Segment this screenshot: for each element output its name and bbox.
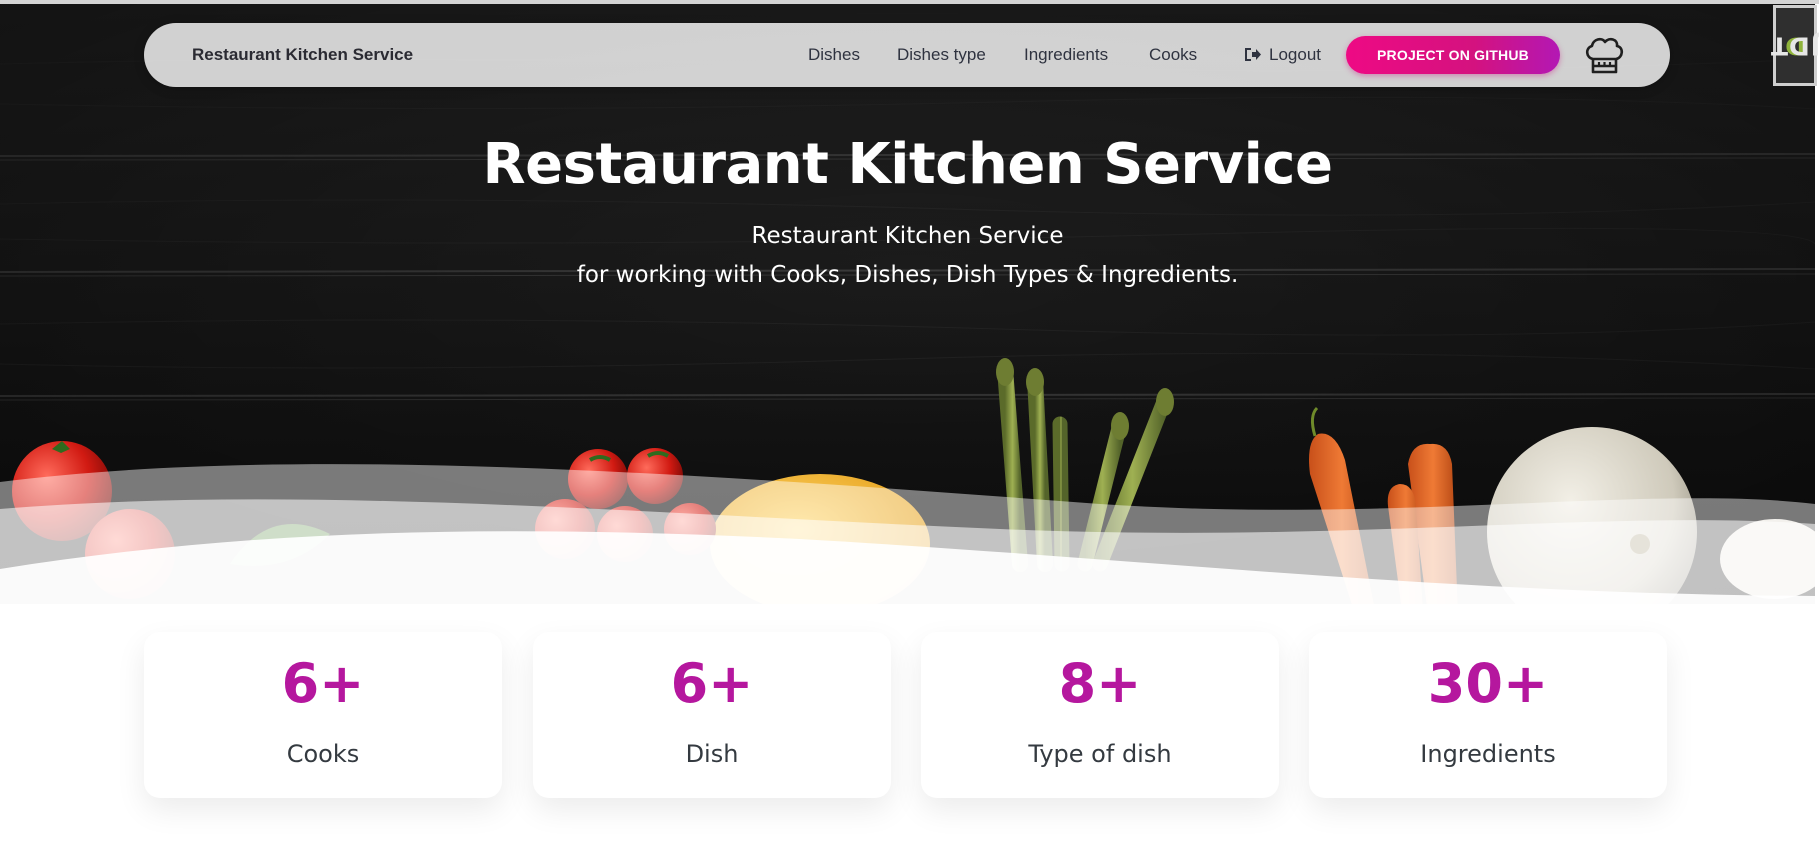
chef-hat-icon[interactable] (1582, 33, 1626, 77)
stat-label: Dish (685, 740, 739, 768)
debug-toolbar-label-rest: JDT (1769, 31, 1819, 60)
nav-link-ingredients[interactable]: Ingredients (1024, 23, 1108, 87)
top-border (0, 0, 1819, 4)
stat-value: 6+ (670, 652, 754, 715)
stat-card-type-of-dish: 8+ Type of dish (921, 632, 1279, 798)
stat-card-dish: 6+ Dish (533, 632, 891, 798)
hero-description: for working with Cooks, Dishes, Dish Typ… (576, 262, 1239, 288)
nav-link-dishes[interactable]: Dishes (808, 23, 860, 87)
project-on-github-button[interactable]: PROJECT ON GITHUB (1346, 36, 1560, 74)
logout-label: Logout (1269, 45, 1321, 64)
hero-title: Restaurant Kitchen Service (482, 132, 1333, 197)
stat-label: Cooks (286, 740, 360, 768)
hero-section: Restaurant Kitchen Service Restaurant Ki… (0, 4, 1815, 604)
stat-label: Ingredients (1420, 740, 1556, 768)
navbar-brand[interactable]: Restaurant Kitchen Service (192, 23, 413, 87)
stat-card-ingredients: 30+ Ingredients (1309, 632, 1667, 798)
stat-value: 6+ (281, 652, 365, 715)
hero-subtitle: Restaurant Kitchen Service (751, 223, 1064, 249)
stat-label: Type of dish (1028, 740, 1172, 768)
stat-value: 30+ (1427, 652, 1549, 715)
nav-link-dishes-type[interactable]: Dishes type (897, 23, 986, 87)
hero-background-image (0, 4, 1815, 604)
stat-card-cooks: 6+ Cooks (144, 632, 502, 798)
page: Restaurant Kitchen Service Restaurant Ki… (0, 0, 1819, 856)
stat-value: 8+ (1058, 652, 1142, 715)
navbar: Restaurant Kitchen Service Dishes Dishes… (144, 23, 1670, 87)
sign-out-icon (1245, 47, 1261, 61)
debug-toolbar-handle[interactable]: D JDT (1769, 5, 1819, 86)
nav-link-cooks[interactable]: Cooks (1149, 23, 1197, 87)
logout-link[interactable]: Logout (1244, 23, 1321, 87)
